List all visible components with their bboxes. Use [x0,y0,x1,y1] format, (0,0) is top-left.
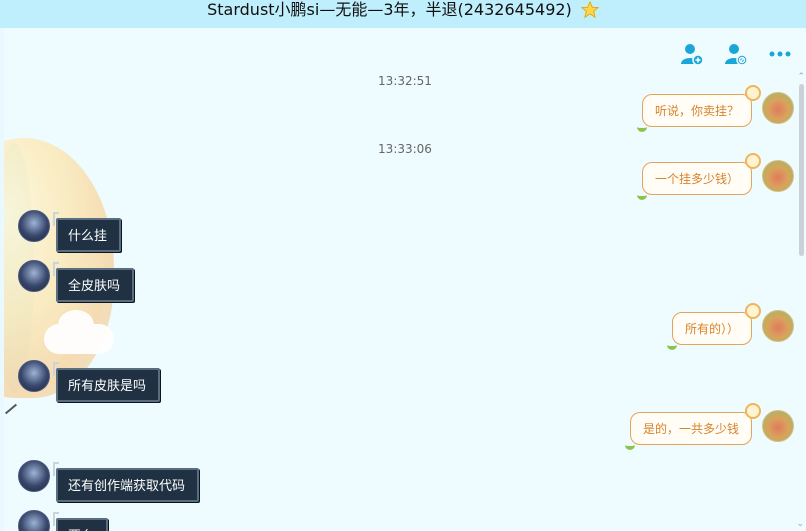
avatar[interactable] [762,310,794,342]
avatar[interactable] [18,460,50,492]
leaf-icon [636,190,647,200]
message-row: 还有创作端获取代码 [18,460,200,502]
block-contact-icon[interactable] [724,42,748,66]
message-row: 一个挂多少钱） [636,153,794,200]
message-timestamp: 13:33:06 [378,142,432,156]
pin-decoration [53,362,59,376]
avatar[interactable] [18,210,50,242]
chat-header-actions [680,42,792,66]
avatar[interactable] [762,92,794,124]
message-text: 全皮肤吗 [68,279,121,294]
message-text: 听说，你卖挂？ [654,104,739,118]
sun-icon [745,85,761,101]
scroll-up-icon[interactable]: ⌃ [797,72,805,82]
cloud-decoration [44,310,114,354]
leaf-icon [666,340,677,350]
message-bubble[interactable]: 所有皮肤是吗 [53,362,161,402]
message-row: 所有皮肤是吗 [18,360,161,402]
avatar[interactable] [762,410,794,442]
message-text: 是的，一共多少钱 [642,422,739,436]
leaf-icon [624,440,635,450]
star-icon[interactable] [580,1,599,19]
message-bubble[interactable]: 全皮肤吗 [53,262,135,302]
message-row: 要么 [18,510,109,531]
message-bubble[interactable]: 还有创作端获取代码 [53,462,200,502]
scroll-down-icon[interactable]: ⌄ [796,519,804,529]
message-bubble[interactable]: 听说，你卖挂？ [636,85,761,132]
message-text: 还有创作端获取代码 [68,479,186,494]
pin-decoration [53,462,59,476]
message-bubble[interactable]: 所有的）） [666,303,761,350]
avatar[interactable] [18,510,50,531]
message-bubble[interactable]: 是的，一共多少钱 [624,403,761,450]
sun-icon [745,403,761,419]
message-row: 听说，你卖挂？ [636,85,794,132]
rope-decoration [4,403,18,415]
message-text: 一个挂多少钱） [654,172,739,186]
pin-decoration [53,512,59,526]
more-icon[interactable] [768,42,792,66]
message-text: 什么挂 [68,229,108,244]
message-bubble[interactable]: 一个挂多少钱） [636,153,761,200]
avatar[interactable] [18,360,50,392]
chat-area[interactable]: 13:32:51 听说，你卖挂？ 13:33:06 一个挂多少钱） 什么挂 全皮… [4,28,806,531]
title-bar: Stardust小鹏si—无能—3年，半退(2432645492) [0,0,806,28]
message-row: 所有的）） [666,303,794,350]
avatar[interactable] [762,160,794,192]
pin-decoration [53,212,59,226]
scrollbar-thumb[interactable] [799,84,804,256]
message-row: 是的，一共多少钱 [624,403,794,450]
sun-icon [745,303,761,319]
sun-icon [745,153,761,169]
message-timestamp: 13:32:51 [378,74,432,88]
add-contact-icon[interactable] [680,42,704,66]
leaf-icon [636,122,647,132]
message-bubble[interactable]: 什么挂 [53,212,122,252]
window-title: Stardust小鹏si—无能—3年，半退(2432645492) [207,0,572,19]
pin-decoration [53,262,59,276]
avatar[interactable] [18,260,50,292]
message-row: 全皮肤吗 [18,260,135,302]
message-bubble[interactable]: 要么 [53,512,109,531]
message-text: 所有的）） [684,322,739,336]
message-row: 什么挂 [18,210,122,252]
message-text: 所有皮肤是吗 [68,379,147,394]
